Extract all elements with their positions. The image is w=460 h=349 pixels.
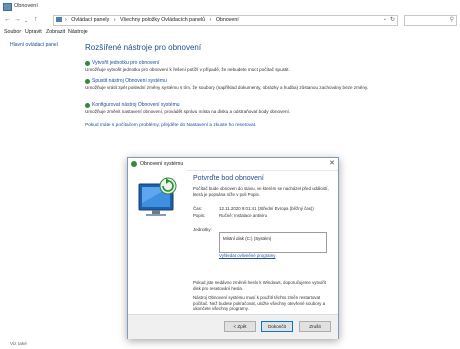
breadcrumb-recovery[interactable]: Obnovení xyxy=(216,17,239,23)
page-title: Rozšířené nástroje pro obnovení xyxy=(85,43,202,52)
search-icon: ⚲ xyxy=(449,17,454,23)
system-restore-dialog: Obnovení systému ✕ Potvrďte bod obnovení… xyxy=(127,157,339,339)
sidebar-home-link[interactable]: Hlavní ovládací panel xyxy=(10,42,58,48)
control-panel-icon xyxy=(3,3,12,11)
close-icon[interactable]: ✕ xyxy=(329,159,335,167)
configure-system-restore-link[interactable]: Konfigurovat nástroj Obnovení systému xyxy=(92,102,180,108)
breadcrumb-all-items[interactable]: Všechny položky Ovládacích panelů xyxy=(120,17,205,23)
restore-monitor-icon xyxy=(138,177,177,216)
forward-arrow-icon[interactable]: → xyxy=(14,16,21,24)
open-system-restore-link[interactable]: Spustit nástroj Obnovení systému xyxy=(92,78,167,84)
dialog-intro: Počítač bude obnoven do stavu, ve kterém… xyxy=(193,186,329,197)
back-button[interactable]: < Zpět xyxy=(224,321,256,332)
address-field[interactable]: › Ovládací panely › Všechny položky Ovlá… xyxy=(53,15,398,26)
section-description: Umožňuje vytvořit jednotku pro obnovení … xyxy=(85,67,290,72)
search-input[interactable]: ⚲ xyxy=(404,15,457,26)
window-title: Obnovení xyxy=(14,3,38,9)
dialog-button-bar: < Zpět Dokončit Zrušit xyxy=(128,314,338,339)
time-value: 12.11.2020 9:01:41 (Střední Evropa (běžn… xyxy=(219,206,314,211)
breadcrumb-control-panel[interactable]: Ovládací panely xyxy=(71,17,109,23)
shield-icon xyxy=(85,61,90,66)
password-note: Pokud jste nedávno změnili heslo k Windo… xyxy=(193,280,327,291)
finish-button[interactable]: Dokončit xyxy=(261,321,293,332)
recent-dropdown-icon[interactable]: ⌄ xyxy=(24,17,28,25)
time-row: Čas: 12.11.2020 9:01:41 (Střední Evropa … xyxy=(193,206,314,211)
dialog-illustration xyxy=(128,170,186,314)
description-row: Popis: Ručně: Instalace antiviru xyxy=(193,213,267,218)
cancel-button[interactable]: Zrušit xyxy=(299,321,331,332)
scan-affected-programs-link[interactable]: Vyhledat ovlivněné programy xyxy=(219,253,275,258)
shield-icon xyxy=(85,103,90,108)
restart-note: Nástroj Obnovení systému musí k použití … xyxy=(193,295,326,311)
menu-view[interactable]: Zobrazit xyxy=(46,29,65,35)
see-also-label: Viz také xyxy=(10,342,27,347)
description-value: Ručně: Instalace antiviru xyxy=(219,213,268,218)
dialog-content: Potvrďte bod obnovení Počítač bude obnov… xyxy=(186,170,338,314)
list-item[interactable]: Místní disk (C:) (Systém) xyxy=(223,236,271,241)
section-description: Umožňuje změnit nastavení obnovení, prov… xyxy=(85,109,291,114)
back-arrow-icon[interactable]: ← xyxy=(4,16,11,24)
dialog-heading: Potvrďte bod obnovení xyxy=(193,175,264,182)
breadcrumb-separator: › xyxy=(209,17,212,23)
up-arrow-icon[interactable]: ↑ xyxy=(34,16,38,24)
breadcrumb-separator: › xyxy=(65,17,67,23)
refresh-icon[interactable]: ↻ xyxy=(390,16,395,23)
shield-icon xyxy=(85,79,90,84)
address-bar: ← → ⌄ ↑ › Ovládací panely › Všechny polo… xyxy=(0,14,460,27)
address-dropdown-icon[interactable]: ⌄ xyxy=(383,16,387,22)
control-panel-icon xyxy=(56,17,62,22)
create-recovery-drive-link[interactable]: Vytvořit jednotku pro obnovení xyxy=(92,60,159,66)
breadcrumb-separator: › xyxy=(113,17,116,23)
dialog-title: Obnovení systému xyxy=(140,161,184,167)
drives-label: Jednotky: xyxy=(193,227,212,232)
section-description: Umožňuje vrátit zpět poslední změny syst… xyxy=(85,85,369,90)
reset-pc-link[interactable]: Pokud máte s počítačem problémy, přejdět… xyxy=(85,123,256,128)
system-restore-icon xyxy=(131,161,137,167)
menu-tools[interactable]: Nástroje xyxy=(68,29,88,35)
breadcrumb: › Ovládací panely › Všechny položky Ovlá… xyxy=(65,17,242,23)
description-label: Popis: xyxy=(193,213,206,218)
drives-list[interactable]: Místní disk (C:) (Systém) xyxy=(219,232,327,253)
title-bar: Obnovení xyxy=(0,0,460,14)
menu-bar: Soubor Upravit Zobrazit Nástroje xyxy=(0,27,460,37)
time-label: Čas: xyxy=(193,206,203,211)
menu-file[interactable]: Soubor xyxy=(4,29,21,35)
menu-edit[interactable]: Upravit xyxy=(25,29,42,35)
